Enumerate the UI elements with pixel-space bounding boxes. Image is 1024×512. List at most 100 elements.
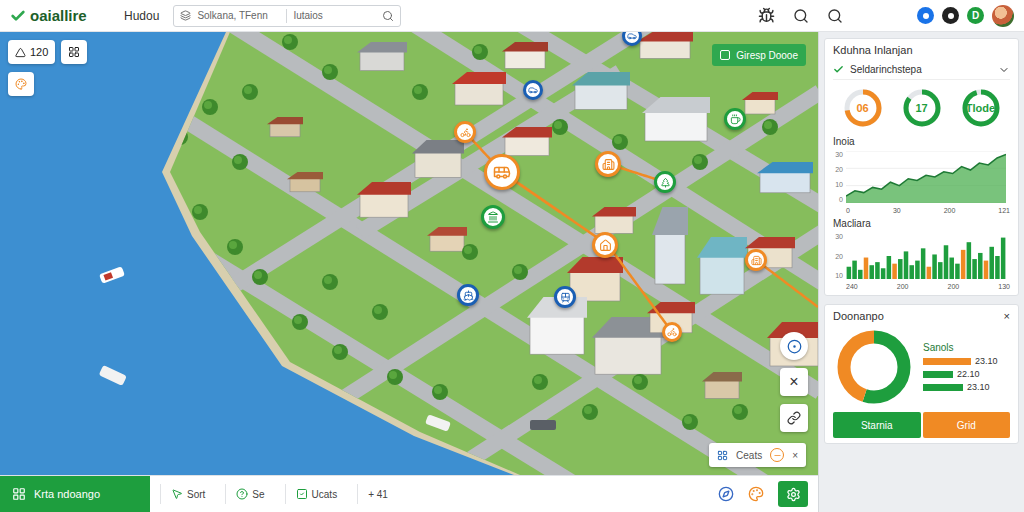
place-icon bbox=[463, 290, 474, 301]
place-icon bbox=[487, 211, 499, 223]
settings-button[interactable] bbox=[778, 481, 808, 507]
grid-button[interactable] bbox=[61, 40, 87, 64]
avatar[interactable] bbox=[992, 5, 1014, 27]
layer-checkbox[interactable] bbox=[720, 50, 730, 60]
place-icon bbox=[660, 177, 671, 188]
card-title: Doonanpo× bbox=[833, 310, 1010, 322]
locate-icon bbox=[787, 339, 802, 354]
palette-button[interactable] bbox=[8, 72, 34, 96]
x-axis: 240200200130 bbox=[833, 283, 1010, 290]
place-icon bbox=[667, 327, 677, 337]
link-icon bbox=[787, 411, 801, 425]
map-pin[interactable] bbox=[554, 286, 576, 308]
y-axis: 3020100 bbox=[833, 151, 843, 203]
logo[interactable]: oaiallire bbox=[10, 7, 110, 24]
close-button[interactable]: × bbox=[792, 450, 798, 461]
chart-bar bbox=[847, 267, 852, 279]
place-icon bbox=[493, 163, 511, 181]
map-pin[interactable] bbox=[592, 232, 618, 258]
donut-chart bbox=[833, 326, 915, 408]
map-pin[interactable] bbox=[595, 151, 621, 177]
chart-bar bbox=[984, 261, 989, 279]
map-pin[interactable] bbox=[724, 108, 746, 130]
primary-button[interactable]: Krta ndoango bbox=[0, 476, 150, 512]
place-icon bbox=[599, 239, 612, 252]
collapse-button[interactable] bbox=[770, 448, 784, 462]
stat-ring: Tlode bbox=[961, 88, 1001, 128]
action-button[interactable]: Grid bbox=[923, 412, 1011, 438]
close-button[interactable]: × bbox=[1004, 310, 1010, 322]
map-pin[interactable] bbox=[454, 121, 476, 143]
map-pin[interactable] bbox=[457, 284, 479, 306]
search-icon[interactable] bbox=[827, 8, 843, 24]
map-pin[interactable] bbox=[481, 205, 505, 229]
avatar[interactable]: D bbox=[967, 7, 984, 24]
action-button[interactable]: Starnia bbox=[833, 412, 921, 438]
tool-button[interactable]: + 41 bbox=[357, 484, 398, 504]
chart-bar bbox=[858, 270, 863, 279]
layers-icon bbox=[180, 10, 191, 21]
app: oaiallire Hudou Solkana, TFennIutaios D 120 G… bbox=[0, 0, 1024, 512]
map-pin[interactable] bbox=[654, 171, 676, 193]
chart-bar bbox=[972, 259, 977, 279]
search-icon[interactable] bbox=[793, 8, 809, 24]
layer-tag[interactable]: Giresp Doooe bbox=[712, 44, 806, 66]
palette-icon[interactable] bbox=[748, 486, 764, 502]
chart-bar bbox=[921, 248, 926, 279]
avatar[interactable] bbox=[917, 7, 934, 24]
avatar[interactable] bbox=[942, 7, 959, 24]
chart-bar bbox=[869, 265, 874, 279]
tool-icon bbox=[296, 488, 308, 500]
tool-button[interactable]: Sort bbox=[160, 484, 215, 504]
search-icon[interactable] bbox=[382, 10, 394, 22]
map[interactable]: 120Giresp Doooe×Ceats× bbox=[0, 32, 818, 475]
chart-bar bbox=[887, 256, 892, 279]
legend-row: 22.10 bbox=[923, 369, 1010, 379]
tool-button[interactable]: Se bbox=[225, 484, 274, 504]
place-icon bbox=[560, 292, 571, 303]
stat-ring: 17 bbox=[902, 88, 942, 128]
count-badge[interactable]: 120 bbox=[8, 40, 55, 64]
tool-icon bbox=[171, 488, 183, 500]
stats-card: Kduhna Inlanjan Seldarinchstepa 06 17 Tlode I… bbox=[824, 38, 1019, 296]
chart-bar bbox=[995, 256, 1000, 279]
chart-title: Macliara bbox=[833, 218, 1010, 229]
chart-bar bbox=[927, 267, 932, 279]
tool-button[interactable]: Ucats bbox=[285, 484, 348, 504]
compass-icon[interactable] bbox=[718, 486, 734, 502]
chart-bar bbox=[864, 258, 869, 279]
link-button[interactable] bbox=[780, 404, 808, 432]
chart-bar bbox=[961, 250, 966, 279]
chart-bar bbox=[978, 253, 983, 279]
tool-icon bbox=[236, 488, 248, 500]
stat-ring: 06 bbox=[843, 88, 883, 128]
select[interactable]: Seldarinchstepa bbox=[833, 60, 1010, 80]
chart-title: Inoia bbox=[833, 136, 1010, 147]
chart-bar bbox=[932, 254, 937, 279]
grid-icon bbox=[68, 46, 80, 58]
map-pin[interactable] bbox=[662, 322, 682, 342]
place-icon bbox=[528, 85, 538, 95]
card-title: Kduhna Inlanjan bbox=[833, 44, 1010, 56]
map-drawing[interactable] bbox=[0, 32, 818, 475]
nav-item[interactable]: Hudou bbox=[124, 9, 159, 23]
place-icon bbox=[730, 114, 741, 125]
top-bar: oaiallire Hudou Solkana, TFennIutaios D bbox=[0, 0, 1024, 32]
bug-icon[interactable] bbox=[758, 7, 775, 24]
legend-panel[interactable]: Ceats× bbox=[709, 443, 806, 467]
locate-button[interactable] bbox=[780, 332, 808, 360]
search-field[interactable]: Solkana, TFennIutaios bbox=[173, 5, 401, 27]
map-pin[interactable] bbox=[523, 80, 543, 100]
close-button[interactable]: × bbox=[780, 368, 808, 396]
legend-row: 23.10 bbox=[923, 382, 1010, 392]
map-pin[interactable] bbox=[484, 154, 520, 190]
legend-icon bbox=[717, 450, 728, 461]
y-axis: 302010 bbox=[833, 233, 843, 279]
place-icon bbox=[751, 255, 762, 266]
chart-bar bbox=[904, 251, 909, 279]
map-pin[interactable] bbox=[745, 249, 767, 271]
chart-bar bbox=[1001, 238, 1006, 279]
triangle-icon bbox=[15, 47, 26, 58]
chart-bar bbox=[881, 268, 886, 279]
details-card: Doonanpo×Sanols23.1022.1023.10StarniaGri… bbox=[824, 304, 1019, 444]
